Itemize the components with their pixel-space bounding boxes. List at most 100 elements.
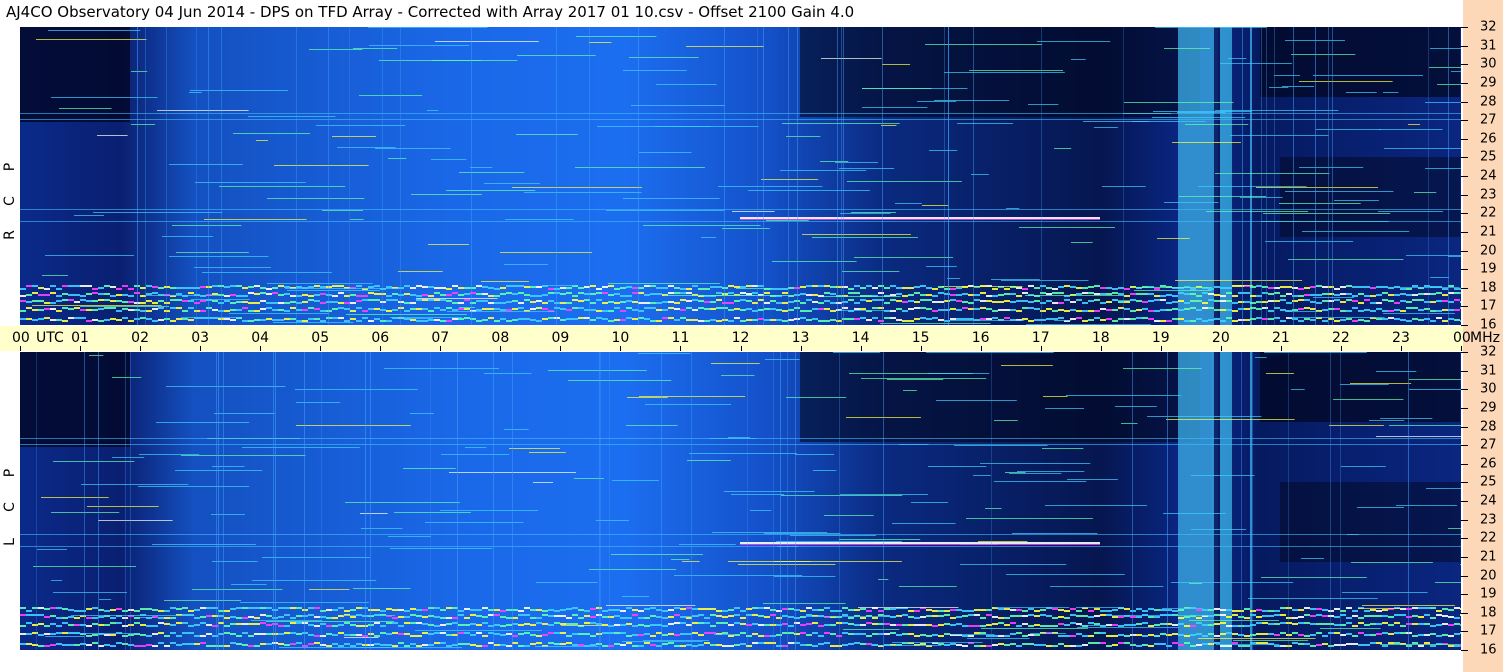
spectrogram-mark xyxy=(1388,294,1394,296)
spectrogram-mark xyxy=(308,318,314,320)
spectrogram-mark xyxy=(818,609,824,611)
spectrogram-mark xyxy=(50,644,56,646)
spectrogram-mark xyxy=(84,352,85,650)
spectrogram-mark xyxy=(1070,645,1076,647)
spectrogram-mark xyxy=(254,293,260,295)
freq-tick-label: 22 xyxy=(1480,530,1497,546)
spectrogram-mark xyxy=(403,468,456,469)
spectrogram-mark xyxy=(788,625,794,627)
spectrogram-mark xyxy=(1364,634,1370,636)
spectrogram-mark xyxy=(230,309,236,311)
spectrogram-mark xyxy=(374,285,380,287)
spectrogram-mark xyxy=(152,320,158,322)
spectrogram-mark xyxy=(464,617,470,619)
spectrogram-mark xyxy=(1178,634,1184,636)
spectrogram-mark xyxy=(188,287,194,289)
spectrogram-mark xyxy=(260,643,266,645)
spectrogram-mark xyxy=(1316,623,1322,625)
spectrogram-mark xyxy=(1058,317,1064,319)
spectrogram-mark xyxy=(36,39,147,40)
spectrogram-mark xyxy=(674,614,680,616)
spectrogram-mark xyxy=(1058,616,1064,618)
spectrogram-mark xyxy=(1436,610,1442,612)
spectrogram-mark xyxy=(572,644,578,646)
spectrogram-mark xyxy=(1220,320,1226,322)
spectrogram-mark xyxy=(236,623,242,625)
spectrogram-mark xyxy=(800,632,806,634)
spectrogram-mark xyxy=(734,614,740,616)
spectrogram-mark xyxy=(369,45,470,46)
spectrogram-mark xyxy=(758,642,764,644)
spectrogram-mark xyxy=(224,645,230,647)
utc-label: UTC xyxy=(36,330,64,346)
spectrogram-mark xyxy=(152,292,158,294)
spectrogram-mark xyxy=(20,288,26,290)
spectrogram-mark xyxy=(1454,309,1460,311)
spectrogram-mark xyxy=(1425,102,1461,103)
freq-tick-label: 16 xyxy=(1480,642,1497,658)
spectrogram-mark xyxy=(216,352,217,650)
spectrogram-mark xyxy=(195,182,306,183)
spectrogram-mark xyxy=(764,319,770,321)
spectrogram-mark xyxy=(895,203,922,204)
spectrogram-mark xyxy=(908,616,914,618)
spectrogram-mark xyxy=(560,615,566,617)
spectrogram-mark xyxy=(1352,300,1358,302)
spectrogram-mark xyxy=(806,319,812,321)
spectrogram-mark xyxy=(740,219,1100,220)
spectrogram-mark xyxy=(1370,623,1376,625)
spectrogram-mark xyxy=(314,318,320,320)
spectrogram-mark xyxy=(110,622,116,624)
spectrogram-mark xyxy=(266,633,272,635)
spectrogram-mark xyxy=(761,179,819,180)
spectrogram-mark xyxy=(71,615,195,616)
spectrogram-mark xyxy=(998,635,1004,637)
spectrogram-mark xyxy=(116,608,122,610)
spectrogram-mark xyxy=(170,632,176,634)
spectrogram-mark xyxy=(164,645,170,647)
spectrogram-mark xyxy=(1076,615,1082,617)
spectrogram-mark xyxy=(680,608,686,610)
spectrogram-mark xyxy=(752,623,758,625)
spectrogram-mark xyxy=(1412,318,1418,320)
spectrogram-mark xyxy=(242,301,248,303)
spectrogram-mark xyxy=(786,136,821,137)
spectrogram-mark xyxy=(1316,614,1322,616)
freq-tick-mark xyxy=(1461,370,1468,372)
spectrogram-mark xyxy=(680,317,686,319)
spectrogram-mark xyxy=(866,635,872,637)
spectrogram-mark xyxy=(797,27,798,325)
freq-tick-mark xyxy=(1461,45,1468,47)
spectrogram-mark xyxy=(384,368,499,369)
spectrogram-mark xyxy=(62,622,68,624)
spectrogram-mark xyxy=(548,300,554,302)
spectrogram-mark xyxy=(1316,294,1322,296)
spectrogram-mark xyxy=(1376,436,1461,437)
spectrogram-mark xyxy=(1262,286,1268,288)
spectrogram-mark xyxy=(200,300,206,302)
spectrogram-mark xyxy=(140,634,146,636)
spectrogram-mark xyxy=(1100,308,1106,310)
spectrogram-mark xyxy=(974,308,980,310)
spectrogram-mark xyxy=(1154,288,1160,290)
spectrogram-mark xyxy=(812,622,818,624)
spectrogram-mark xyxy=(493,352,494,650)
spectrogram-mark xyxy=(1220,295,1226,297)
time-tick-mark xyxy=(140,346,142,351)
spectrogram-mark xyxy=(830,302,836,304)
spectrogram-mark xyxy=(824,515,874,516)
spectrogram-mark xyxy=(1412,615,1418,617)
spectrogram-mark xyxy=(410,614,416,616)
spectrogram-mark xyxy=(656,293,662,295)
spectrogram-mark xyxy=(1380,644,1461,645)
spectrogram-mark xyxy=(608,645,614,647)
spectrogram-mark xyxy=(386,295,392,297)
spectrogram-mark xyxy=(926,624,932,626)
spectrogram-mark xyxy=(1424,623,1430,625)
spectrogram-mark xyxy=(1034,644,1040,646)
spectrogram-mark xyxy=(842,271,900,272)
spectrogram-mark xyxy=(716,615,722,617)
spectrogram-mark xyxy=(344,622,350,624)
spectrogram-mark xyxy=(290,295,296,297)
spectrogram-mark xyxy=(182,310,188,312)
